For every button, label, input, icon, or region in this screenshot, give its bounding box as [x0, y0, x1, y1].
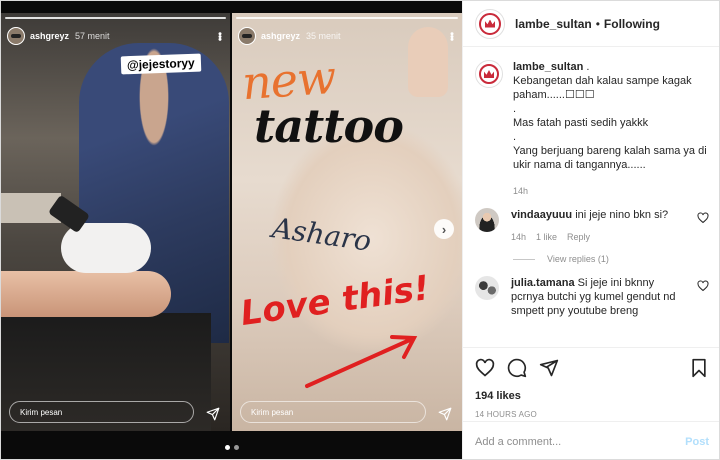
caption-username[interactable]: lambe_sultan	[513, 61, 583, 73]
caption-line: .	[513, 103, 517, 115]
comment-item: vindaayuuu ini jeje nino bkn si? 14h 1 l…	[475, 208, 709, 244]
story-username[interactable]: ashgreyz	[30, 31, 69, 41]
commenter-avatar[interactable]	[475, 276, 499, 300]
story-reply-field[interactable]: Kirim pesan	[240, 401, 426, 423]
story-frame-2: ashgreyz 35 menit ••• new tattoo Asharo …	[232, 13, 462, 431]
red-arrow-icon	[305, 335, 418, 388]
add-comment-bar: Post	[463, 421, 719, 459]
following-button[interactable]: Following	[604, 17, 660, 31]
view-replies-button[interactable]: View replies (1)	[513, 254, 709, 264]
story-reply-field[interactable]: Kirim pesan	[9, 401, 194, 423]
carousel-indicator	[225, 445, 239, 450]
crown-logo-icon	[485, 19, 495, 28]
post-comment-button[interactable]: Post	[685, 436, 709, 448]
share-icon[interactable]	[539, 358, 559, 378]
comment-heart-icon[interactable]	[697, 212, 709, 224]
view-replies-line	[513, 258, 535, 260]
comment-likes[interactable]: 1 like	[536, 230, 557, 244]
crown-logo-icon	[484, 70, 494, 78]
story-avatar[interactable]	[238, 27, 256, 45]
post-timestamp: 14 HOURS AGO	[475, 410, 537, 419]
account-username[interactable]: lambe_sultan	[515, 17, 592, 31]
comment-time: 14h	[511, 232, 527, 242]
send-icon[interactable]	[438, 407, 452, 421]
add-comment-input[interactable]	[475, 435, 686, 448]
tattoo-sticker-text: tattoo	[254, 99, 404, 153]
comment-heart-icon[interactable]	[697, 280, 709, 292]
story-progress-bar	[236, 17, 458, 19]
reply-button[interactable]: Reply	[567, 230, 590, 244]
caption-line: Kebangetan dah kalau sampe kagak paham..…	[513, 75, 692, 101]
more-options-icon[interactable]: •••	[214, 32, 226, 41]
carousel-dot	[234, 445, 239, 450]
commenter-avatar[interactable]	[475, 208, 499, 232]
commenter-username[interactable]: julia.tamana	[511, 277, 575, 289]
story-progress-bar	[5, 17, 226, 19]
instagram-post-window: ashgreyz 57 menit ••• @jejestoryy Kirim …	[0, 0, 720, 460]
story-header: ashgreyz 35 menit •••	[238, 26, 458, 46]
caption-time: 14h	[513, 186, 529, 196]
like-heart-icon[interactable]	[475, 358, 495, 378]
story-header: ashgreyz 57 menit •••	[7, 26, 226, 46]
caption-line: Mas fatah pasti sedih yakkk	[513, 117, 649, 129]
caption-line: Yang berjuang bareng kalah sama ya di uk…	[513, 145, 707, 171]
caption: lambe_sultan . Kebangetan dah kalau samp…	[475, 60, 709, 198]
comment-text: ini jeje nino bkn si?	[575, 209, 669, 221]
header-separator: •	[595, 16, 600, 31]
view-replies-label[interactable]: View replies (1)	[547, 254, 609, 264]
story-frame-1: ashgreyz 57 menit ••• @jejestoryy Kirim …	[1, 13, 230, 431]
comment-bubble-icon[interactable]	[507, 358, 527, 378]
post-actions: 194 likes 14 HOURS AGO	[463, 347, 719, 419]
likes-count[interactable]: 194 likes	[475, 390, 709, 402]
next-arrow-icon[interactable]: ›	[434, 219, 454, 239]
caption-line: .	[513, 131, 517, 143]
post-media: ashgreyz 57 menit ••• @jejestoryy Kirim …	[1, 1, 462, 459]
caption-line: .	[586, 61, 590, 73]
post-side-panel: lambe_sultan • Following lambe_sultan . …	[462, 1, 719, 459]
mention-sticker[interactable]: @jejestoryy	[120, 53, 202, 75]
carousel-dot-active	[225, 445, 230, 450]
caption-avatar[interactable]	[475, 60, 503, 88]
story-username[interactable]: ashgreyz	[261, 31, 300, 41]
story-time: 35 menit	[306, 31, 341, 41]
comments-list[interactable]: lambe_sultan . Kebangetan dah kalau samp…	[463, 48, 719, 346]
post-header: lambe_sultan • Following	[463, 1, 719, 47]
bookmark-icon[interactable]	[689, 358, 709, 378]
story-time: 57 menit	[75, 31, 110, 41]
account-avatar[interactable]	[475, 8, 505, 39]
send-icon[interactable]	[206, 407, 220, 421]
more-options-icon[interactable]: •••	[446, 32, 458, 41]
comment-item: julia.tamana Si jeje ini bknny pcrnya bu…	[475, 276, 709, 318]
commenter-username[interactable]: vindaayuuu	[511, 209, 572, 221]
client-arm	[1, 271, 171, 317]
story-avatar[interactable]	[7, 27, 25, 45]
